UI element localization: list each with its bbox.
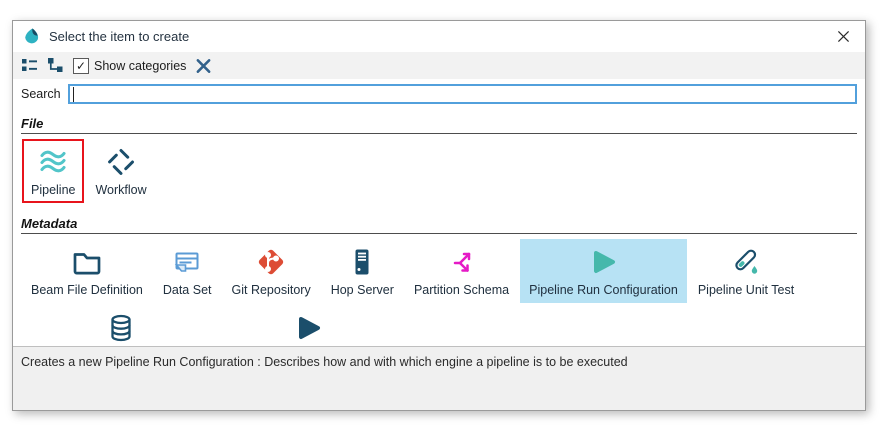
sections-container: File Pipeline Workflow Metadata Beam File De… [13, 108, 865, 346]
dialog-title: Select the item to create [49, 29, 189, 44]
unit-test-icon [730, 246, 762, 278]
search-row: Search [13, 79, 865, 108]
item-grid-file: Pipeline Workflow [21, 136, 857, 210]
partition-icon [446, 246, 478, 278]
search-box [68, 84, 857, 104]
item-label: Pipeline [31, 183, 75, 197]
item-label: Hop Server [331, 283, 394, 297]
search-input[interactable] [68, 84, 857, 104]
item-pipeline-unit-test[interactable]: Pipeline Unit Test [689, 239, 803, 303]
item-pipeline-run-configuration[interactable]: Pipeline Run Configuration [520, 239, 687, 303]
folder-icon [71, 246, 103, 278]
tree-view-icon[interactable] [47, 57, 64, 74]
item-label: Beam File Definition [31, 283, 143, 297]
item-workflow-run-configuration[interactable]: Workflow Run Configuration [221, 305, 394, 346]
play-teal-icon [587, 246, 619, 278]
section-metadata: Metadata Beam File Definition Data Set Git … [21, 216, 857, 346]
item-beam-file-definition[interactable]: Beam File Definition [22, 239, 152, 303]
desktop-background: Select the item to create [0, 0, 882, 431]
search-label: Search [21, 87, 61, 101]
item-grid-metadata: Beam File Definition Data Set Git Reposito… [21, 236, 857, 346]
list-view-icon[interactable] [21, 57, 38, 74]
item-label: Git Repository [232, 283, 311, 297]
item-workflow[interactable]: Workflow [86, 139, 155, 203]
checkbox-check-icon: ✓ [73, 58, 89, 74]
status-text: Creates a new Pipeline Run Configuration… [21, 355, 628, 369]
item-relational-database-connection[interactable]: Relational Database Connection [22, 305, 219, 346]
workflow-icon [105, 146, 137, 178]
show-categories-label: Show categories [94, 59, 186, 73]
section-file: File Pipeline Workflow [21, 116, 857, 210]
play-navy-icon [292, 312, 324, 344]
section-header-metadata: Metadata [21, 216, 857, 231]
select-item-dialog: Select the item to create [12, 20, 866, 411]
window-close-icon [837, 30, 850, 43]
status-bar: Creates a new Pipeline Run Configuration… [13, 346, 865, 410]
section-divider [21, 233, 857, 234]
show-categories-checkbox[interactable]: ✓ Show categories [73, 58, 186, 74]
dialog-titlebar: Select the item to create [13, 21, 865, 52]
section-divider [21, 133, 857, 134]
item-label: Partition Schema [414, 283, 509, 297]
git-icon [255, 246, 287, 278]
item-partition-schema[interactable]: Partition Schema [405, 239, 518, 303]
section-header-file: File [21, 116, 857, 131]
pipeline-icon [37, 146, 69, 178]
clear-x-icon[interactable] [195, 57, 212, 74]
item-data-set[interactable]: Data Set [154, 239, 221, 303]
dialog-toolbar: ✓ Show categories [13, 52, 865, 79]
hop-logo-icon [22, 27, 42, 47]
item-label: Data Set [163, 283, 212, 297]
item-hop-server[interactable]: Hop Server [322, 239, 403, 303]
item-label: Workflow [95, 183, 146, 197]
item-label: Pipeline Run Configuration [529, 283, 678, 297]
item-git-repository[interactable]: Git Repository [223, 239, 320, 303]
server-icon [346, 246, 378, 278]
database-icon [105, 312, 137, 344]
dataset-icon [171, 246, 203, 278]
item-label: Pipeline Unit Test [698, 283, 794, 297]
item-pipeline[interactable]: Pipeline [22, 139, 84, 203]
window-close-button[interactable] [830, 25, 856, 49]
text-caret [73, 87, 74, 102]
